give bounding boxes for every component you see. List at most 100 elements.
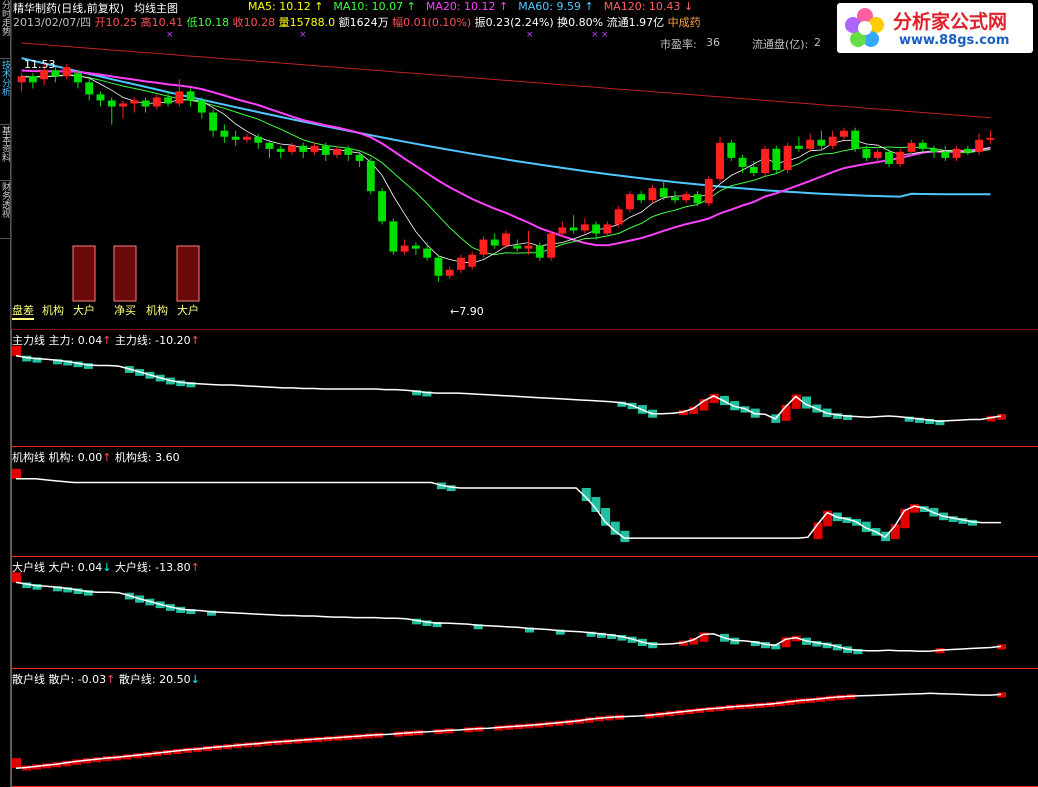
- candle-body[interactable]: [209, 112, 218, 131]
- candle-body[interactable]: [40, 70, 49, 80]
- candle-body[interactable]: [457, 257, 465, 270]
- candle-body[interactable]: [502, 233, 510, 246]
- candle-body[interactable]: [321, 145, 330, 155]
- candle-body[interactable]: [242, 136, 251, 140]
- candle-body[interactable]: [62, 67, 71, 77]
- candle-body[interactable]: [828, 136, 837, 146]
- candle-body[interactable]: [558, 227, 567, 234]
- candle-body[interactable]: [930, 148, 938, 152]
- main-button-2[interactable]: 大户: [73, 302, 95, 318]
- candle-body[interactable]: [220, 130, 229, 137]
- candle-body[interactable]: [603, 224, 612, 234]
- candle-body[interactable]: [783, 145, 792, 170]
- candle-body[interactable]: [761, 148, 770, 174]
- main-button-4[interactable]: 机构: [146, 302, 168, 318]
- candle-body[interactable]: [378, 191, 387, 222]
- candle-body[interactable]: [299, 145, 308, 152]
- candle-body[interactable]: [400, 245, 409, 252]
- candle-body[interactable]: [389, 221, 398, 252]
- candle-body[interactable]: [885, 151, 893, 164]
- candle-body[interactable]: [963, 148, 972, 152]
- candle-body[interactable]: [197, 100, 206, 113]
- candle-body[interactable]: [907, 142, 916, 152]
- tab-basic-info[interactable]: 基本资料: [0, 126, 10, 181]
- candle-body[interactable]: [873, 151, 882, 158]
- candle-body[interactable]: [749, 166, 758, 174]
- candle-body[interactable]: [479, 239, 488, 255]
- candle-body[interactable]: [186, 91, 195, 101]
- main-button-5[interactable]: 大户: [177, 302, 199, 318]
- candle-body[interactable]: [704, 179, 713, 204]
- candle-body[interactable]: [74, 73, 82, 83]
- candle-body[interactable]: [671, 197, 679, 201]
- indicator-panel-chart[interactable]: [11, 557, 1038, 669]
- main-button-3[interactable]: 净买: [114, 302, 136, 318]
- candle-body[interactable]: [918, 142, 927, 149]
- candlestick-chart[interactable]: × × × × ×: [11, 0, 1038, 330]
- candle-body[interactable]: [490, 239, 499, 246]
- candle-body[interactable]: [839, 130, 848, 137]
- candle-body[interactable]: [152, 97, 161, 107]
- main-button-1[interactable]: 机构: [42, 302, 64, 318]
- candle-body[interactable]: [310, 145, 319, 152]
- candle-body[interactable]: [175, 91, 184, 104]
- candle-body[interactable]: [896, 151, 905, 164]
- candle-body[interactable]: [862, 148, 871, 158]
- candle-body[interactable]: [130, 100, 139, 104]
- candle-body[interactable]: [434, 257, 443, 276]
- candle-body[interactable]: [614, 209, 623, 225]
- candle-body[interactable]: [817, 139, 826, 146]
- tab-technical-analysis[interactable]: 技术分析: [0, 60, 10, 125]
- candle-body[interactable]: [288, 145, 296, 152]
- indicator-panel-chart[interactable]: [11, 447, 1038, 557]
- candle-body[interactable]: [51, 70, 60, 77]
- candle-body[interactable]: [659, 188, 668, 198]
- candle-body[interactable]: [411, 245, 420, 249]
- candle-body[interactable]: [276, 148, 285, 152]
- candle-body[interactable]: [107, 100, 116, 107]
- candle-body[interactable]: [986, 137, 995, 140]
- candle-body[interactable]: [592, 224, 601, 234]
- candle-body[interactable]: [265, 142, 274, 149]
- candle-body[interactable]: [569, 227, 578, 231]
- candle-body[interactable]: [366, 160, 375, 192]
- candle-body[interactable]: [524, 245, 533, 249]
- candle-body[interactable]: [648, 188, 657, 201]
- candle-body[interactable]: [738, 157, 747, 167]
- main-button-0[interactable]: 盘差: [12, 302, 34, 320]
- candle-body[interactable]: [727, 142, 736, 158]
- candle-body[interactable]: [772, 148, 781, 170]
- candle-body[interactable]: [85, 82, 94, 95]
- candle-body[interactable]: [231, 136, 240, 140]
- candle-body[interactable]: [580, 224, 589, 231]
- candle-body[interactable]: [254, 136, 263, 143]
- candle-body[interactable]: [17, 76, 26, 83]
- candle-body[interactable]: [445, 269, 454, 276]
- candle-body[interactable]: [806, 139, 815, 149]
- candle-body[interactable]: [637, 194, 646, 201]
- candle-body[interactable]: [28, 76, 37, 83]
- candle-body[interactable]: [355, 154, 364, 161]
- indicator-panel-chart[interactable]: [11, 330, 1038, 447]
- candle-body[interactable]: [794, 145, 803, 149]
- candle-body[interactable]: [344, 148, 353, 155]
- candle-body[interactable]: [941, 151, 950, 158]
- candle-body[interactable]: [96, 94, 105, 101]
- candle-body[interactable]: [547, 233, 555, 258]
- candle-body[interactable]: [952, 148, 961, 158]
- tab-financial[interactable]: 财务透视: [0, 182, 10, 239]
- tab-intraday[interactable]: 分时走势: [0, 0, 10, 59]
- candle-body[interactable]: [333, 148, 341, 155]
- indicator-panel-chart[interactable]: [11, 669, 1038, 787]
- candle-body[interactable]: [975, 139, 984, 152]
- candle-body[interactable]: [513, 245, 522, 249]
- candle-body[interactable]: [625, 194, 634, 210]
- candle-body[interactable]: [141, 100, 150, 107]
- candle-body[interactable]: [682, 194, 691, 201]
- candle-body[interactable]: [851, 130, 860, 149]
- candle-body[interactable]: [119, 103, 127, 107]
- candle-body[interactable]: [716, 142, 724, 180]
- candle-body[interactable]: [468, 254, 477, 267]
- candle-body[interactable]: [693, 194, 702, 204]
- candle-body[interactable]: [164, 97, 173, 104]
